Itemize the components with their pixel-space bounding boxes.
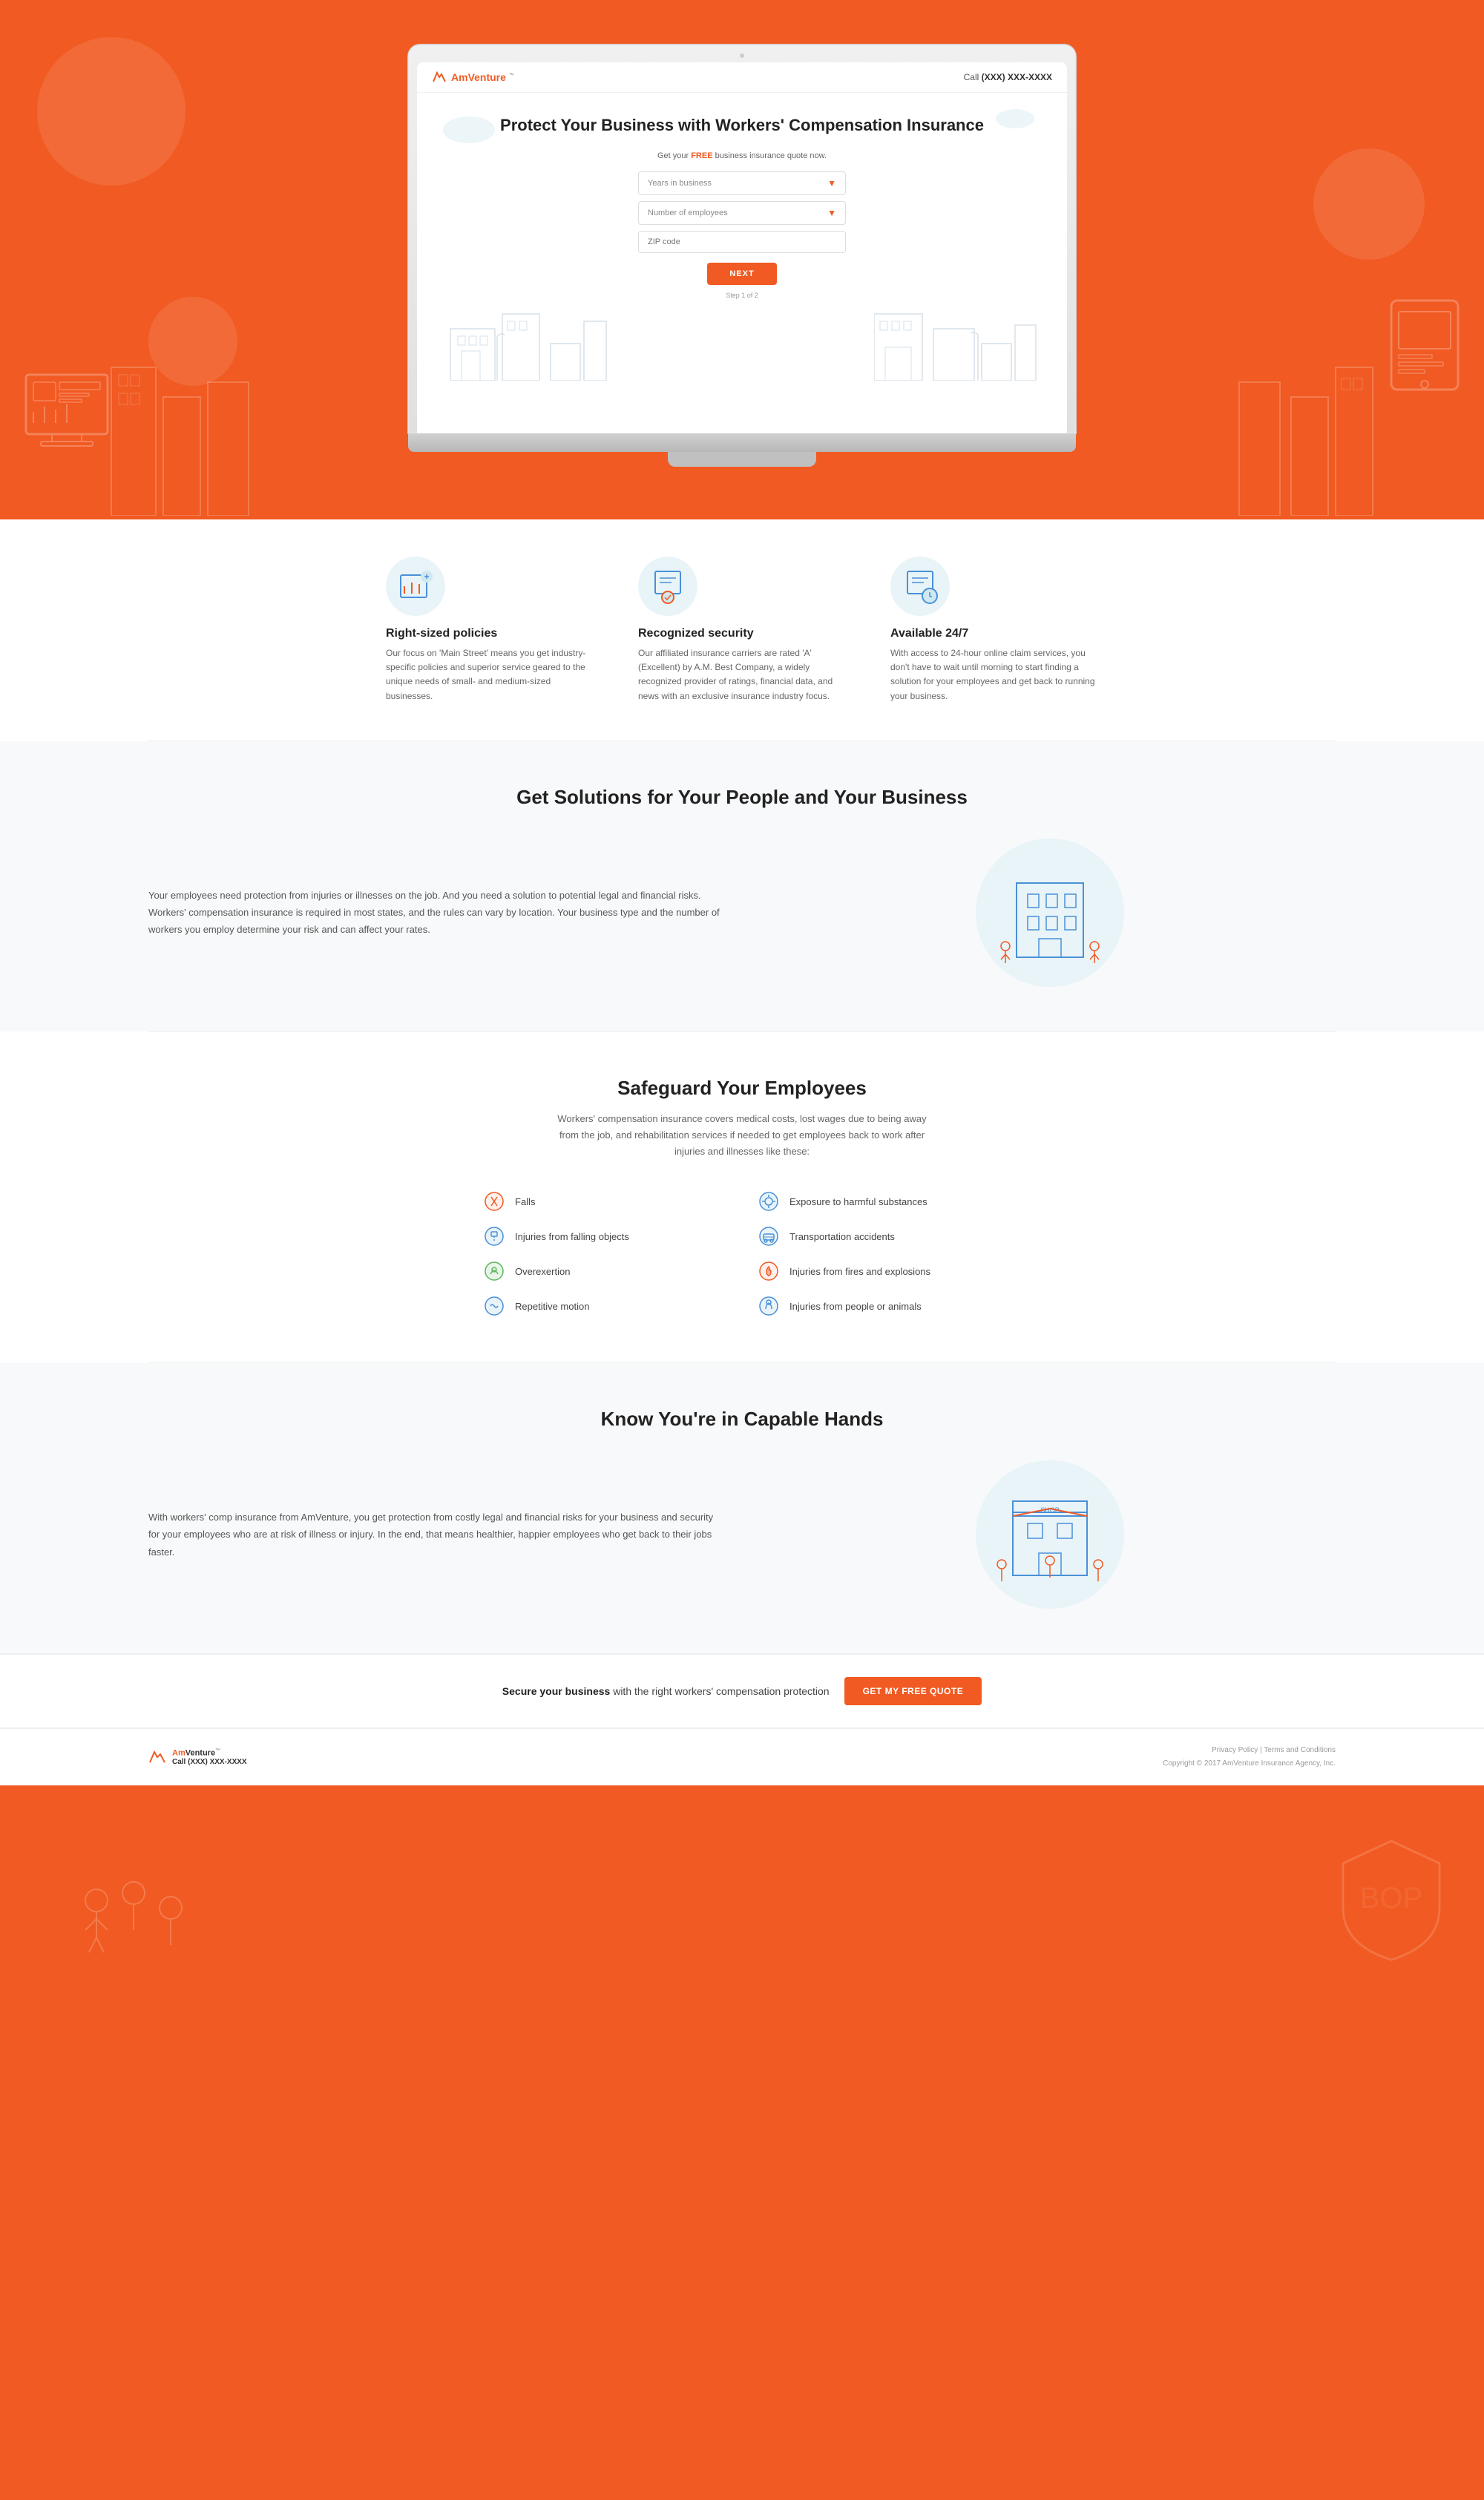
- header-phone: Call (XXX) XXX-XXXX: [964, 72, 1052, 82]
- animals-label: Injuries from people or animals: [789, 1301, 922, 1312]
- transportation-icon: [757, 1224, 781, 1248]
- years-business-label: Years in business: [648, 179, 712, 188]
- overexertion-icon: [482, 1259, 506, 1283]
- fires-label: Injuries from fires and explosions: [789, 1266, 930, 1277]
- phone-number: (XXX) XXX-XXXX: [982, 72, 1052, 82]
- bottom-section: BOP: [0, 1785, 1484, 2008]
- bottom-decor-people: [74, 1856, 223, 2008]
- animals-icon: [757, 1294, 781, 1318]
- safeguard-item-falls: Falls: [482, 1190, 727, 1213]
- logo-am: Am: [451, 71, 468, 83]
- cta-section: Secure your business with the right work…: [0, 1654, 1484, 1728]
- feature-3-title: Available 24/7: [890, 627, 1098, 640]
- fires-icon: [757, 1259, 781, 1283]
- solutions-body: Your employees need protection from inju…: [148, 887, 720, 939]
- safeguard-subtitle: Workers' compensation insurance covers m…: [556, 1111, 928, 1160]
- safeguard-item-transportation: Transportation accidents: [757, 1224, 1002, 1248]
- cloud-right: [993, 100, 1037, 134]
- num-employees-label: Number of employees: [648, 209, 728, 217]
- step-indicator: Step 1 of 2: [638, 292, 846, 299]
- solutions-section: Get Solutions for Your People and Your B…: [0, 741, 1484, 1031]
- capable-body: With workers' comp insurance from AmVent…: [148, 1509, 720, 1561]
- safeguard-title: Safeguard Your Employees: [148, 1077, 1336, 1100]
- hero-title: Protect Your Business with Workers' Comp…: [447, 115, 1037, 137]
- safeguard-item-fires: Injuries from fires and explosions: [757, 1259, 1002, 1283]
- site-footer: AmVenture™ Call (XXX) XXX-XXXX Privacy P…: [0, 1729, 1484, 1785]
- cta-rest: with the right workers' compensation pro…: [610, 1685, 829, 1697]
- logo-venture: Venture: [468, 71, 506, 83]
- chevron-down-icon: ▼: [827, 178, 836, 188]
- feature-2-desc: Our affiliated insurance carriers are ra…: [638, 646, 846, 703]
- cta-button[interactable]: GET MY FREE QUOTE: [844, 1677, 982, 1705]
- solutions-title: Get Solutions for Your People and Your B…: [148, 786, 1336, 809]
- footer-logo-text: AmVenture™: [172, 1748, 247, 1758]
- laptop-camera: [740, 53, 744, 58]
- feature-available: Available 24/7 With access to 24-hour on…: [890, 557, 1098, 703]
- quote-form: Years in business ▼ Number of employees …: [638, 171, 846, 299]
- cloud-left: [439, 108, 499, 148]
- hero-buildings: [447, 306, 1037, 381]
- svg-text:BOP: BOP: [1360, 1882, 1422, 1915]
- safeguard-item-animals: Injuries from people or animals: [757, 1294, 1002, 1318]
- solutions-illustration: [764, 839, 1336, 987]
- footer-logo-group: AmVenture™ Call (XXX) XXX-XXXX: [148, 1748, 247, 1766]
- footer-phone: Call (XXX) XXX-XXXX: [172, 1758, 247, 1766]
- capable-illustration: SHOP: [764, 1460, 1336, 1609]
- repetitive-icon: [482, 1294, 506, 1318]
- feature-icon-recognized: [638, 557, 697, 616]
- safeguard-item-repetitive: Repetitive motion: [482, 1294, 727, 1318]
- feature-3-desc: With access to 24-hour online claim serv…: [890, 646, 1098, 703]
- feature-icon-right-sized: [386, 557, 445, 616]
- falls-icon: [482, 1190, 506, 1213]
- feature-1-title: Right-sized policies: [386, 627, 594, 640]
- overexertion-label: Overexertion: [515, 1266, 570, 1277]
- footer-links: Privacy Policy | Terms and Conditions Co…: [1163, 1744, 1336, 1771]
- laptop-mockup: AmVenture ™ Call (XXX) XXX-XXXX: [0, 0, 1484, 467]
- cta-text: Secure your business with the right work…: [502, 1685, 830, 1697]
- safeguard-grid: Falls Exposure to harmfu: [482, 1190, 1002, 1318]
- hero-subtitle: Get your FREE business insurance quote n…: [447, 151, 1037, 160]
- falling-objects-label: Injuries from falling objects: [515, 1231, 629, 1242]
- num-employees-select[interactable]: Number of employees ▼: [638, 201, 846, 225]
- exposure-label: Exposure to harmful substances: [789, 1196, 928, 1207]
- safeguard-item-exposure: Exposure to harmful substances: [757, 1190, 1002, 1213]
- laptop-stand: [668, 452, 816, 467]
- cta-bold: Secure your business: [502, 1685, 611, 1697]
- feature-icon-available: [890, 557, 950, 616]
- terms-link[interactable]: Terms and Conditions: [1264, 1746, 1336, 1754]
- logo-text: AmVenture ™: [451, 71, 514, 83]
- falling-objects-icon: [482, 1224, 506, 1248]
- repetitive-label: Repetitive motion: [515, 1301, 589, 1312]
- transportation-label: Transportation accidents: [789, 1231, 895, 1242]
- footer-copyright: Copyright © 2017 AmVenture Insurance Age…: [1163, 1757, 1336, 1771]
- falls-label: Falls: [515, 1196, 535, 1207]
- exposure-icon: [757, 1190, 781, 1213]
- bottom-decor-shield: BOP: [1336, 1834, 1447, 1971]
- feature-right-sized: Right-sized policies Our focus on 'Main …: [386, 557, 594, 703]
- privacy-link[interactable]: Privacy Policy: [1212, 1746, 1258, 1754]
- next-button[interactable]: NEXT: [707, 263, 776, 285]
- years-business-select[interactable]: Years in business ▼: [638, 171, 846, 195]
- logo: AmVenture ™: [432, 71, 514, 83]
- features-section: Right-sized policies Our focus on 'Main …: [0, 519, 1484, 741]
- feature-2-title: Recognized security: [638, 627, 846, 640]
- feature-1-desc: Our focus on 'Main Street' means you get…: [386, 646, 594, 703]
- feature-recognized: Recognized security Our affiliated insur…: [638, 557, 846, 703]
- safeguard-item-falling-objects: Injuries from falling objects: [482, 1224, 727, 1248]
- zip-input[interactable]: [638, 231, 846, 253]
- laptop-base: [408, 433, 1076, 452]
- capable-section: Know You're in Capable Hands With worker…: [0, 1363, 1484, 1653]
- chevron-down-icon-2: ▼: [827, 208, 836, 218]
- safeguard-item-overexertion: Overexertion: [482, 1259, 727, 1283]
- site-header: AmVenture ™ Call (XXX) XXX-XXXX: [417, 62, 1067, 93]
- safeguard-section: Safeguard Your Employees Workers' compen…: [0, 1032, 1484, 1362]
- capable-title: Know You're in Capable Hands: [148, 1408, 1336, 1431]
